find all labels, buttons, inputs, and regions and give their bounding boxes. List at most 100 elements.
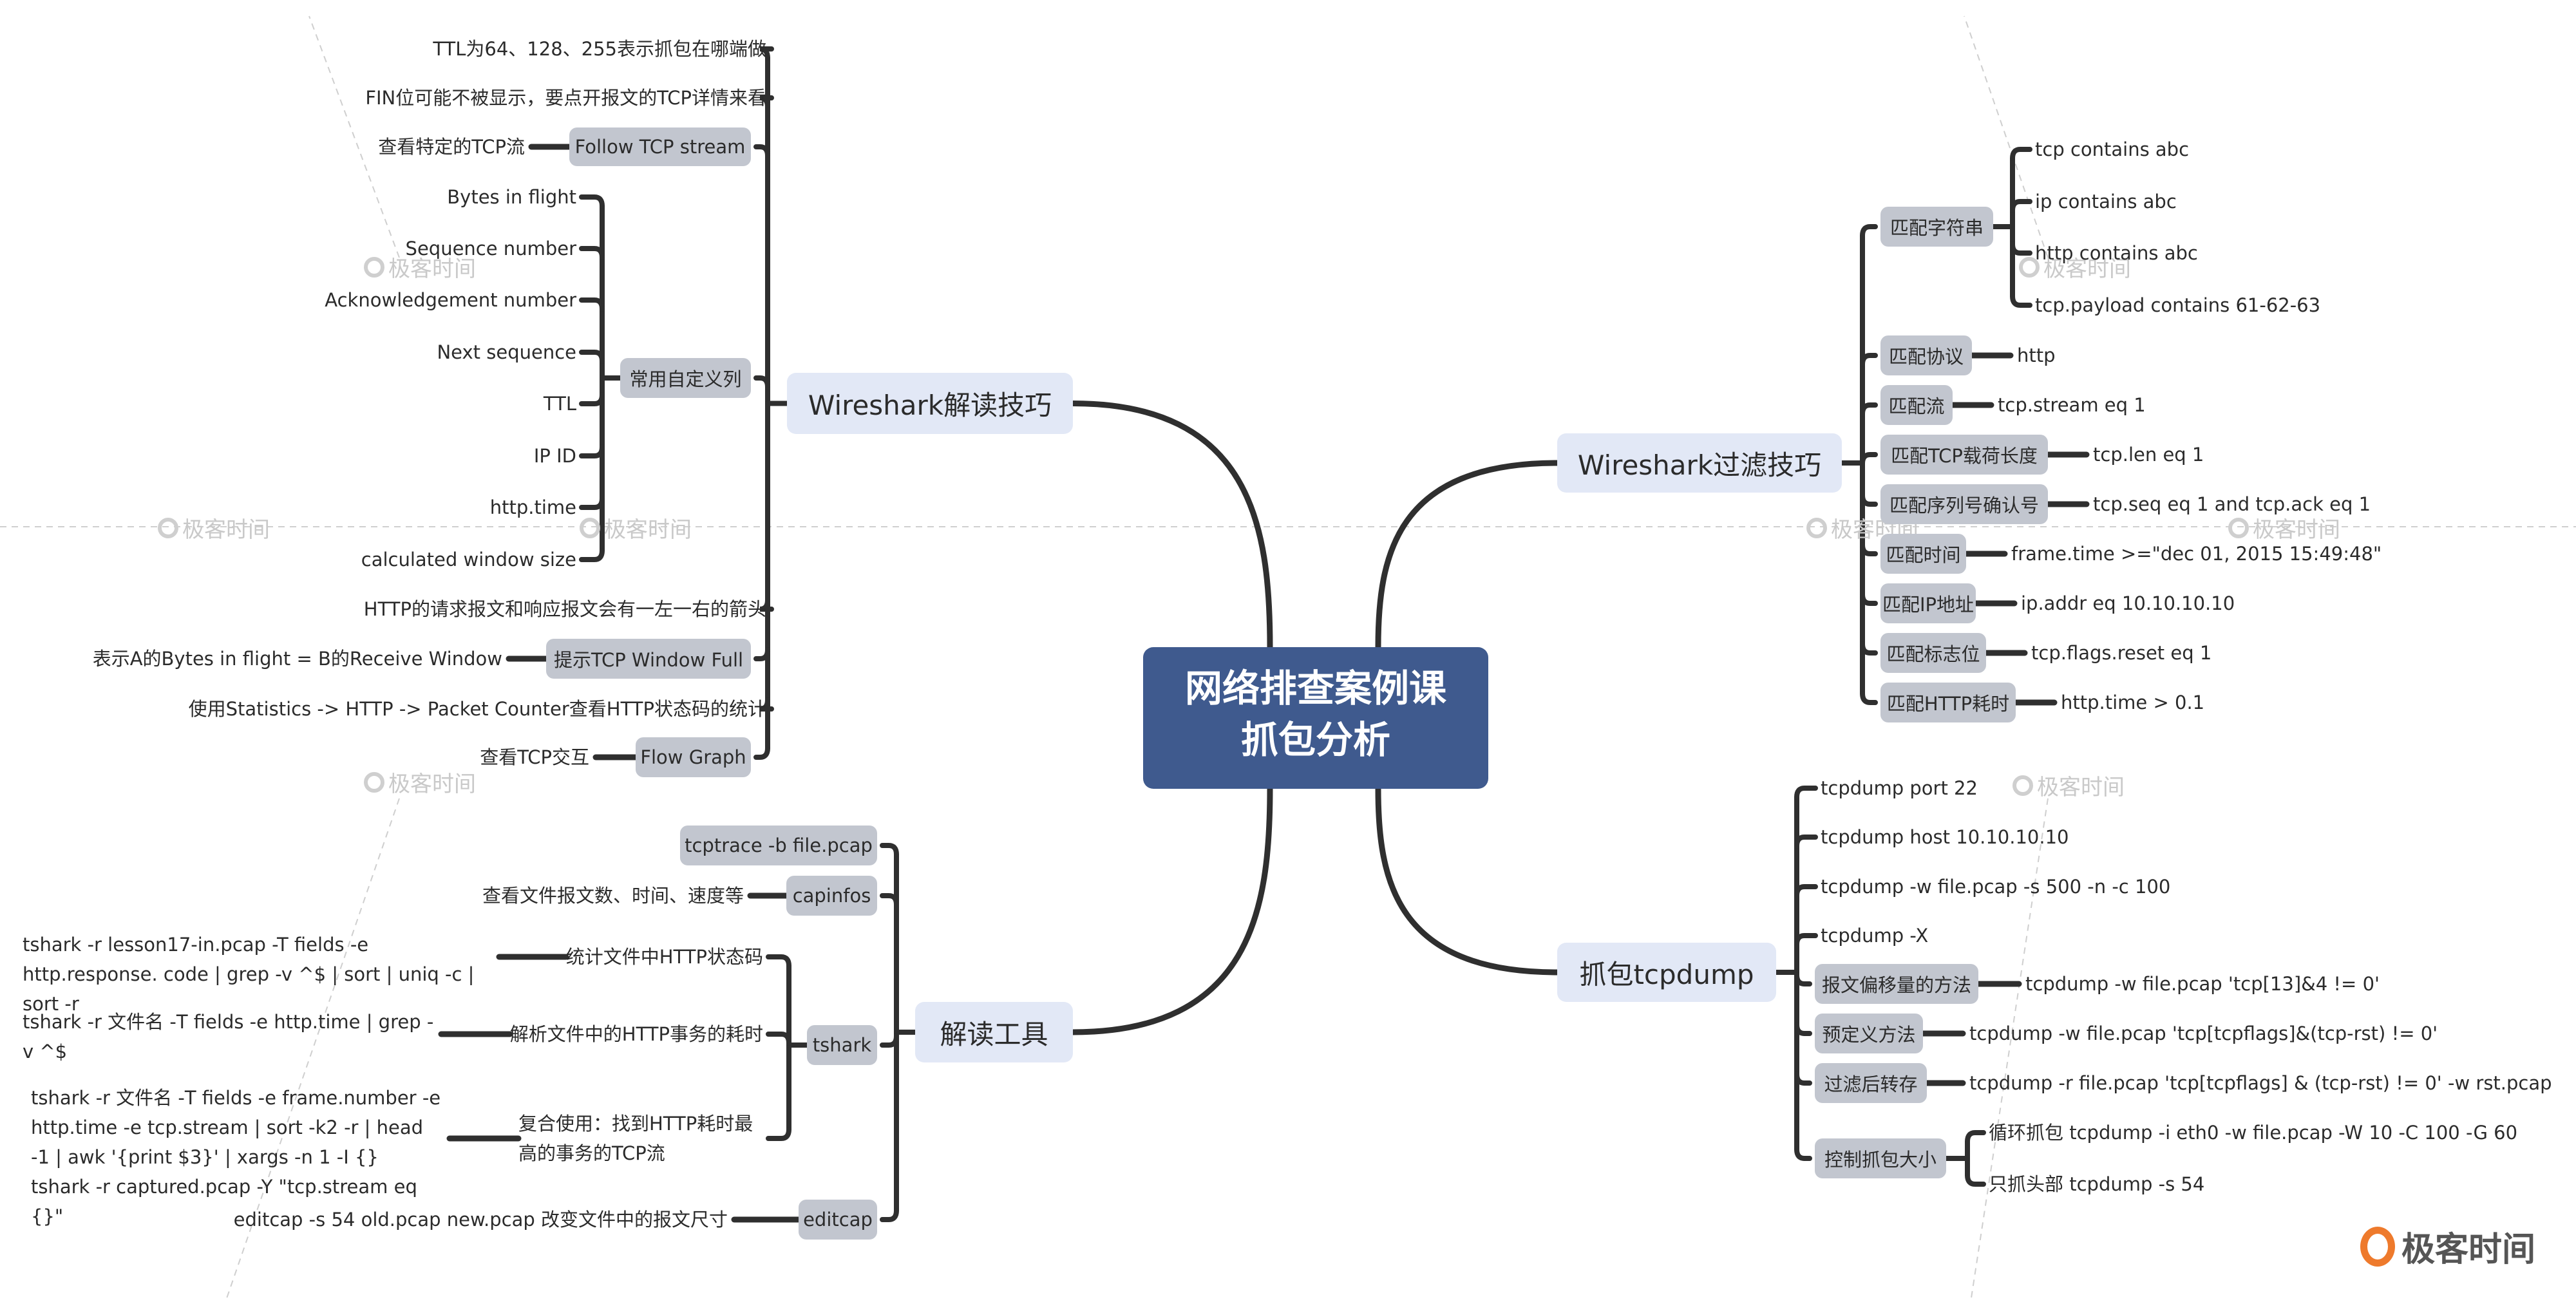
leaf-statistics-note[interactable]: 使用Statistics -> HTTP -> Packet Counter查看… xyxy=(189,696,766,722)
column-item[interactable]: Acknowledgement number xyxy=(325,287,576,313)
topic-capture-size-control[interactable]: 控制抓包大小 xyxy=(1815,1138,1946,1178)
tshark-item-command[interactable]: tshark -r lesson17-in.pcap -T fields -e … xyxy=(23,930,493,1019)
filter-expression[interactable]: tcp.len eq 1 xyxy=(2093,442,2204,467)
topic-tcptrace[interactable]: tcptrace -b file.pcap xyxy=(680,826,877,865)
filter-expression[interactable]: tcp.seq eq 1 and tcp.ack eq 1 xyxy=(2093,491,2371,517)
filter-expression[interactable]: tcp.flags.reset eq 1 xyxy=(2031,640,2211,666)
topic-match-string[interactable]: 匹配字符串 xyxy=(1880,207,1993,247)
leaf-capinfos-desc[interactable]: 查看文件报文数、时间、速度等 xyxy=(482,883,744,909)
bracket-branch xyxy=(1860,493,1878,507)
leaf-editcap-desc[interactable]: editcap -s 54 old.pcap new.pcap 改变文件中的报文… xyxy=(234,1207,728,1232)
topic-custom-columns[interactable]: 常用自定义列 xyxy=(620,358,751,398)
bracket-branch xyxy=(766,954,791,968)
leaf-ttl-note[interactable]: TTL为64、128、255表示抓包在哪端做 xyxy=(433,36,766,62)
bracket-branch xyxy=(2010,294,2032,308)
column-item[interactable]: Sequence number xyxy=(406,236,576,261)
filter-expression[interactable]: frame.time >="dec 01, 2015 15:49:48" xyxy=(2011,541,2382,567)
filter-category[interactable]: 匹配流 xyxy=(1880,385,1953,425)
tcpdump-command[interactable]: tcpdump port 22 xyxy=(1821,775,1978,801)
tcpdump-command[interactable]: tcpdump -w file.pcap -s 500 -n -c 100 xyxy=(1821,874,2170,900)
tshark-item-label[interactable]: 解析文件中的HTTP事务的耗时 xyxy=(510,1021,763,1047)
topic-editcap[interactable]: editcap xyxy=(799,1200,877,1240)
tcpdump-command[interactable]: 只抓头部 tcpdump -s 54 xyxy=(1989,1171,2204,1197)
filter-category[interactable]: 匹配IP地址 xyxy=(1880,583,1976,623)
watermark: 极客时间 xyxy=(364,766,476,798)
filter-expression[interactable]: http.time > 0.1 xyxy=(2061,690,2204,715)
tshark-item-label[interactable]: 统计文件中HTTP状态码 xyxy=(566,944,763,970)
leaf-http-arrow-note[interactable]: HTTP的请求报文和响应报文会有一左一右的箭头 xyxy=(364,596,766,622)
tcpdump-command[interactable]: tcpdump -r file.pcap 'tcp[tcpflags] & (t… xyxy=(1969,1070,2552,1096)
filter-category[interactable]: 匹配HTTP耗时 xyxy=(1880,683,2016,722)
topic-follow-tcp-stream[interactable]: Follow TCP stream xyxy=(569,127,751,166)
bracket-branch xyxy=(579,392,605,406)
topic-wireshark-reading[interactable]: Wireshark解读技巧 xyxy=(787,373,1073,434)
filter-string-item[interactable]: tcp.payload contains 61-62-63 xyxy=(2035,292,2320,318)
topic-offset-method[interactable]: 报文偏移量的方法 xyxy=(1815,964,1978,1004)
leaf-follow-desc[interactable]: 查看特定的TCP流 xyxy=(378,134,525,160)
topic-analysis-tools[interactable]: 解读工具 xyxy=(915,1002,1073,1062)
geektime-logo-icon xyxy=(364,256,384,278)
filter-expression[interactable]: ip.addr eq 10.10.10.10 xyxy=(2021,590,2235,616)
column-item[interactable]: Bytes in flight xyxy=(447,184,576,210)
root-title-line2: 抓包分析 xyxy=(1240,718,1390,762)
filter-string-item[interactable]: http contains abc xyxy=(2035,240,2198,266)
bracket-branch xyxy=(579,350,605,364)
topic-tcp-window-full[interactable]: 提示TCP Window Full xyxy=(546,639,751,679)
geektime-logo-icon xyxy=(2228,517,2249,538)
leaf-flow-graph-desc[interactable]: 查看TCP交互 xyxy=(480,744,589,770)
filter-string-item[interactable]: ip contains abc xyxy=(2035,189,2177,214)
topic-flow-graph[interactable]: Flow Graph xyxy=(636,737,751,777)
topic-tshark[interactable]: tshark xyxy=(807,1025,877,1065)
topic-tcpdump[interactable]: 抓包tcpdump xyxy=(1557,943,1776,1002)
bracket-branch xyxy=(2010,199,2032,213)
tcpdump-command[interactable]: tcpdump -X xyxy=(1821,923,1928,948)
bracket-branch xyxy=(766,1127,791,1141)
bracket-branch xyxy=(579,297,605,312)
topic-wireshark-filtering[interactable]: Wireshark过滤技巧 xyxy=(1557,433,1842,493)
bracket-branch xyxy=(1860,691,1878,705)
bracket-branch xyxy=(753,647,770,661)
tshark-item-label[interactable]: 复合使用：找到HTTP耗时最高的事务的TCP流 xyxy=(518,1109,763,1168)
bracket-branch xyxy=(1794,972,1812,986)
column-item[interactable]: http.time xyxy=(490,495,576,520)
filter-category[interactable]: 匹配序列号确认号 xyxy=(1880,484,2048,524)
filter-category[interactable]: 匹配TCP载荷长度 xyxy=(1880,435,2048,475)
topic-predefined-method[interactable]: 预定义方法 xyxy=(1815,1014,1923,1053)
root-branch-line xyxy=(1070,786,1273,1035)
tshark-item-command[interactable]: tshark -r 文件名 -T fields -e http.time | g… xyxy=(23,1007,435,1066)
geektime-logo-icon xyxy=(364,771,384,793)
topic-filter-and-save[interactable]: 过滤后转存 xyxy=(1815,1063,1927,1103)
geektime-logo-icon xyxy=(580,517,600,538)
bracket-branch xyxy=(1794,884,1818,898)
geektime-logo-icon xyxy=(2012,775,2033,796)
column-item[interactable]: TTL xyxy=(544,391,576,417)
leaf-fin-note[interactable]: FIN位可能不被显示，要点开报文的TCP详情来看 xyxy=(365,85,766,111)
filter-category[interactable]: 匹配标志位 xyxy=(1880,633,1986,673)
tcpdump-command[interactable]: tcpdump host 10.10.10.10 xyxy=(1821,824,2069,850)
filter-category[interactable]: 匹配协议 xyxy=(1880,335,1972,375)
bracket-branch xyxy=(880,1033,899,1048)
watermark: 极客时间 xyxy=(2012,769,2125,801)
column-item[interactable]: Next sequence xyxy=(437,339,576,365)
leaf-window-full-desc[interactable]: 表示A的Bytes in flight = B的Receive Window xyxy=(93,646,502,672)
bracket-branch xyxy=(880,1208,899,1222)
bracket-branch xyxy=(579,444,605,458)
column-item[interactable]: calculated window size xyxy=(361,547,576,572)
tcpdump-command[interactable]: 循环抓包 tcpdump -i eth0 -w file.pcap -W 10 … xyxy=(1989,1120,2517,1146)
bracket-branch xyxy=(579,548,605,562)
geektime-logo-icon xyxy=(2360,1226,2395,1267)
tcpdump-command[interactable]: tcpdump -w file.pcap 'tcp[tcpflags]&(tcp… xyxy=(1969,1021,2438,1046)
filter-category[interactable]: 匹配时间 xyxy=(1880,534,1966,574)
bracket-branch xyxy=(1860,402,1878,417)
filter-string-item[interactable]: tcp contains abc xyxy=(2035,137,2189,162)
column-item[interactable]: IP ID xyxy=(534,443,576,469)
bracket-branch xyxy=(880,843,899,857)
filter-expression[interactable]: http xyxy=(2017,343,2056,368)
geektime-brand-logo: 极客时间 xyxy=(2360,1222,2535,1270)
bracket-branch xyxy=(1794,933,1818,947)
topic-capinfos[interactable]: capinfos xyxy=(786,876,877,916)
bracket-branch xyxy=(766,1032,791,1046)
tcpdump-command[interactable]: tcpdump -w file.pcap 'tcp[13]&4 != 0' xyxy=(2025,971,2380,997)
filter-expression[interactable]: tcp.stream eq 1 xyxy=(1998,392,2146,418)
root-topic[interactable]: 网络排查案例课 抓包分析 xyxy=(1143,647,1488,789)
